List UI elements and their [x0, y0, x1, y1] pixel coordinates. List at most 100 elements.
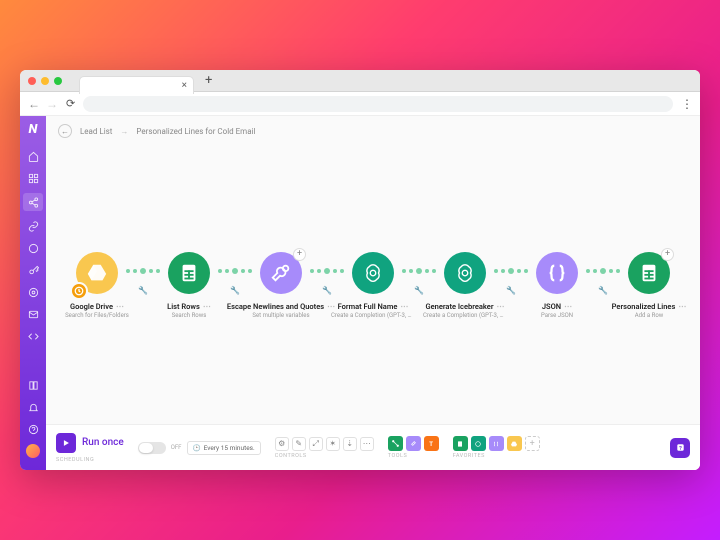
help-button[interactable]: ?: [670, 438, 690, 458]
node-list-rows[interactable]: List Rows⋯ Search Rows: [146, 252, 232, 319]
sidebar-book-icon[interactable]: [26, 378, 40, 392]
node-title: Format Full Name: [338, 302, 398, 311]
node-subtitle: Search for Files/Folders: [65, 312, 129, 319]
favorite-sheets-icon[interactable]: [453, 436, 468, 451]
node-menu-icon[interactable]: ⋯: [203, 302, 211, 311]
scheduling-label: SCHEDULING: [56, 457, 94, 463]
sidebar-link-icon[interactable]: [26, 219, 40, 233]
browser-tabstrip: × +: [20, 70, 700, 92]
plus-badge-icon[interactable]: +: [661, 248, 674, 261]
sidebar-grid-icon[interactable]: [26, 171, 40, 185]
sidebar-mail-icon[interactable]: [26, 307, 40, 321]
play-icon: [56, 433, 76, 453]
sidebar-code-icon[interactable]: [26, 329, 40, 343]
new-tab-button[interactable]: +: [205, 73, 212, 88]
sidebar-share-icon[interactable]: [23, 193, 43, 211]
add-favorite-button[interactable]: +: [525, 436, 540, 451]
browser-toolbar: ← → ⟳ ⋮: [20, 92, 700, 116]
svg-text:?: ?: [679, 446, 682, 452]
scenario-canvas[interactable]: ← Lead List → Personalized Lines for Col…: [46, 116, 700, 470]
node-subtitle: Search Rows: [172, 312, 207, 319]
user-avatar[interactable]: [26, 444, 40, 458]
browser-window: × + ← → ⟳ ⋮ N: [20, 70, 700, 470]
breadcrumb-root[interactable]: Lead List: [80, 127, 112, 136]
sheets-icon: [168, 252, 210, 294]
tools-icon: +: [260, 252, 302, 294]
node-title: Personalized Lines: [612, 302, 676, 311]
export-button[interactable]: ⇣: [343, 437, 357, 451]
close-window-icon[interactable]: [28, 77, 36, 85]
node-google-drive[interactable]: Google Drive⋯ Search for Files/Folders: [54, 252, 140, 319]
sidebar-disc-icon[interactable]: [26, 285, 40, 299]
node-title: JSON: [542, 302, 561, 311]
back-button[interactable]: ←: [58, 124, 72, 138]
breadcrumb: ← Lead List → Personalized Lines for Col…: [46, 116, 700, 146]
more-button[interactable]: ⋯: [360, 437, 374, 451]
favorite-json-icon[interactable]: [489, 436, 504, 451]
app-logo[interactable]: N: [29, 122, 38, 137]
close-tab-icon[interactable]: ×: [182, 80, 187, 91]
favorite-drive-icon[interactable]: [507, 436, 522, 451]
app-frame: N ← Lead List → Personalized L: [20, 116, 700, 470]
tool-tools-icon[interactable]: [406, 436, 421, 451]
node-subtitle: Add a Row: [635, 312, 664, 319]
toggle-off-label: OFF: [171, 444, 182, 451]
node-json[interactable]: JSON⋯ Parse JSON: [514, 252, 600, 319]
breadcrumb-current: Personalized Lines for Cold Email: [136, 127, 255, 136]
favorites-label: FAVORITES: [453, 453, 485, 459]
sidebar-circle-icon[interactable]: [26, 241, 40, 255]
app-sidebar: N: [20, 116, 46, 470]
json-icon: [536, 252, 578, 294]
node-title: Google Drive: [70, 302, 113, 311]
controls-label: CONTROLS: [275, 453, 307, 459]
clock-icon: 🕑: [193, 444, 201, 452]
chevron-right-icon: →: [120, 127, 128, 136]
reload-icon[interactable]: ⟳: [66, 97, 75, 110]
node-subtitle: Create a Completion (GPT-3, GPT-3.5, GPT…: [331, 312, 415, 319]
browser-tab[interactable]: ×: [79, 76, 194, 94]
tool-text-icon[interactable]: T: [424, 436, 439, 451]
favorite-openai-icon[interactable]: [471, 436, 486, 451]
tools-label: TOOLS: [388, 453, 408, 459]
maximize-window-icon[interactable]: [54, 77, 62, 85]
node-menu-icon[interactable]: ⋯: [400, 302, 408, 311]
node-title: Generate Icebreaker: [425, 302, 493, 311]
node-title: Escape Newlines and Quotes: [227, 302, 324, 311]
bottom-bar: Run once SCHEDULING OFF 🕑 Every 15 minut…: [46, 424, 700, 470]
settings-button[interactable]: ⚙: [275, 437, 289, 451]
window-controls: [28, 77, 62, 85]
notes-button[interactable]: ✎: [292, 437, 306, 451]
node-menu-icon[interactable]: ⋯: [678, 302, 686, 311]
clock-badge-icon: [70, 282, 88, 300]
scheduling-toggle[interactable]: [138, 442, 166, 454]
node-subtitle: Create a Completion (GPT-3, GPT-3.5, GPT…: [423, 312, 507, 319]
tool-flow-icon[interactable]: [388, 436, 403, 451]
schedule-chip[interactable]: 🕑 Every 15 minutes.: [187, 441, 261, 455]
run-once-button[interactable]: Run once: [56, 433, 124, 453]
align-button[interactable]: ⤢: [309, 437, 323, 451]
node-menu-icon[interactable]: ⋯: [116, 302, 124, 311]
minimize-window-icon[interactable]: [41, 77, 49, 85]
node-format-name[interactable]: Format Full Name⋯ Create a Completion (G…: [330, 252, 416, 319]
sidebar-key-icon[interactable]: [26, 263, 40, 277]
plus-badge-icon[interactable]: +: [293, 248, 306, 261]
node-menu-icon[interactable]: ⋯: [564, 302, 572, 311]
openai-icon: [444, 252, 486, 294]
flow-row: Google Drive⋯ Search for Files/Folders 🔧…: [46, 146, 700, 424]
node-personalized-lines[interactable]: + Personalized Lines⋯ Add a Row: [606, 252, 692, 319]
browser-menu-icon[interactable]: ⋮: [681, 97, 692, 111]
node-icebreaker[interactable]: Generate Icebreaker ⋯ Create a Completion…: [422, 252, 508, 319]
sidebar-help-icon[interactable]: [26, 422, 40, 436]
address-bar[interactable]: [83, 96, 673, 112]
nav-forward-icon: →: [46, 97, 58, 111]
google-drive-icon: [76, 252, 118, 294]
sidebar-home-icon[interactable]: [26, 149, 40, 163]
sidebar-bell-icon[interactable]: [26, 400, 40, 414]
node-subtitle: Parse JSON: [541, 312, 573, 319]
nav-back-icon[interactable]: ←: [28, 97, 40, 111]
node-subtitle: Set multiple variables: [252, 312, 309, 319]
node-menu-icon[interactable]: ⋯: [497, 302, 505, 311]
explain-button[interactable]: ✶: [326, 437, 340, 451]
sheets-icon: +: [628, 252, 670, 294]
node-escape[interactable]: + Escape Newlines and Quotes⋯ Set multip…: [238, 252, 324, 319]
